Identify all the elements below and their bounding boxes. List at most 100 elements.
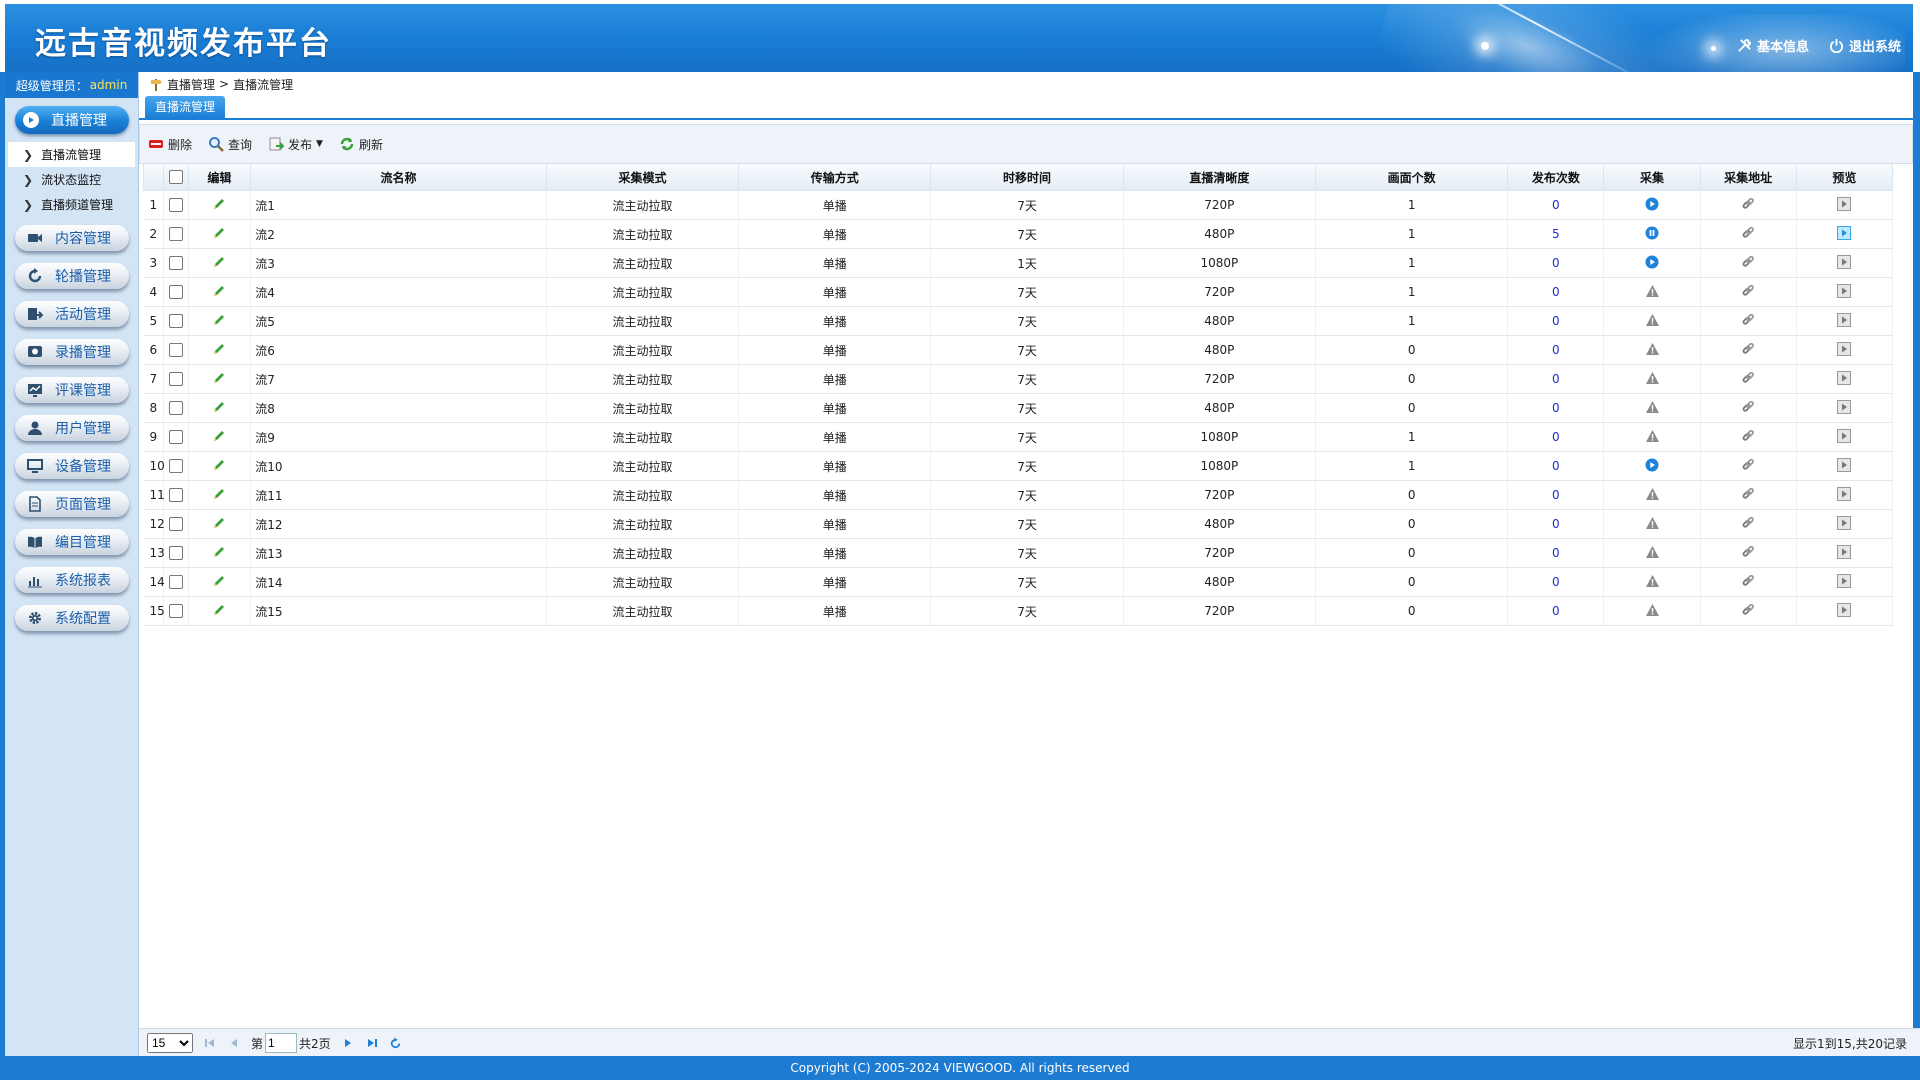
row-checkbox-cell[interactable] <box>163 219 189 249</box>
table-row[interactable]: 14 流14 流主动拉取 单播 7天 480P 0 0 <box>143 567 1894 597</box>
page-number-input[interactable] <box>265 1033 298 1053</box>
publish-count[interactable]: 0 <box>1507 538 1605 568</box>
menu-live-management[interactable]: 直播管理 <box>15 106 129 134</box>
header-publish-count[interactable]: 发布次数 <box>1507 164 1605 191</box>
publish-count[interactable]: 0 <box>1507 306 1605 336</box>
capture-address-cell[interactable] <box>1700 509 1797 539</box>
edit-pencil-icon[interactable] <box>212 371 226 388</box>
preview-play-icon[interactable] <box>1837 225 1852 243</box>
edit-pencil-icon[interactable] <box>212 545 226 562</box>
link-icon[interactable] <box>1740 225 1756 244</box>
capture-address-cell[interactable] <box>1700 422 1797 452</box>
header-resolution[interactable]: 直播清晰度 <box>1122 164 1317 191</box>
preview-cell[interactable] <box>1796 364 1894 394</box>
select-all-checkbox[interactable] <box>168 170 183 185</box>
row-checkbox[interactable] <box>168 198 183 213</box>
menu-rotate[interactable]: 轮播管理 <box>15 263 129 289</box>
capture-address-cell[interactable] <box>1700 364 1797 394</box>
preview-play-icon[interactable] <box>1837 515 1852 533</box>
capture-cell[interactable] <box>1603 567 1701 597</box>
publish-count[interactable]: 0 <box>1507 248 1605 278</box>
row-checkbox-cell[interactable] <box>163 393 189 423</box>
publish-count[interactable]: 0 <box>1507 422 1605 452</box>
edit-pencil-icon[interactable] <box>212 226 226 243</box>
reload-icon[interactable] <box>389 1036 403 1050</box>
link-icon[interactable] <box>1740 341 1756 360</box>
preview-play-icon[interactable] <box>1837 486 1852 504</box>
preview-cell[interactable] <box>1796 277 1894 307</box>
preview-cell[interactable] <box>1796 451 1894 481</box>
row-checkbox[interactable] <box>168 575 183 590</box>
row-checkbox-cell[interactable] <box>163 538 189 568</box>
sub-item-channel-management[interactable]: ❯ 直播频道管理 <box>5 192 138 217</box>
edit-cell[interactable] <box>188 190 252 220</box>
preview-play-icon[interactable] <box>1837 544 1852 562</box>
row-checkbox[interactable] <box>168 372 183 387</box>
first-page-icon[interactable] <box>203 1036 217 1050</box>
row-checkbox-cell[interactable] <box>163 451 189 481</box>
table-row[interactable]: 9 流9 流主动拉取 单播 7天 1080P 1 0 <box>143 422 1894 452</box>
link-icon[interactable] <box>1740 196 1756 215</box>
preview-play-icon[interactable] <box>1837 573 1852 591</box>
warning-icon[interactable] <box>1645 574 1660 591</box>
edit-cell[interactable] <box>188 422 252 452</box>
link-icon[interactable] <box>1740 602 1756 621</box>
publish-count[interactable]: 0 <box>1507 190 1605 220</box>
row-checkbox-cell[interactable] <box>163 596 189 626</box>
preview-cell[interactable] <box>1796 596 1894 626</box>
warning-icon[interactable] <box>1645 400 1660 417</box>
capture-cell[interactable] <box>1603 306 1701 336</box>
last-page-icon[interactable] <box>365 1036 379 1050</box>
publish-count[interactable]: 0 <box>1507 364 1605 394</box>
edit-cell[interactable] <box>188 596 252 626</box>
warning-icon[interactable] <box>1645 429 1660 446</box>
pause-circle-icon[interactable] <box>1645 226 1659 243</box>
header-stream-name[interactable]: 流名称 <box>250 164 547 191</box>
capture-cell[interactable] <box>1603 335 1701 365</box>
preview-play-icon[interactable] <box>1837 370 1852 388</box>
capture-cell[interactable] <box>1603 219 1701 249</box>
edit-pencil-icon[interactable] <box>212 429 226 446</box>
preview-cell[interactable] <box>1796 480 1894 510</box>
header-time-shift[interactable]: 时移时间 <box>930 164 1124 191</box>
table-row[interactable]: 11 流11 流主动拉取 单播 7天 720P 0 0 <box>143 480 1894 510</box>
row-checkbox[interactable] <box>168 459 183 474</box>
edit-pencil-icon[interactable] <box>212 458 226 475</box>
capture-address-cell[interactable] <box>1700 306 1797 336</box>
capture-cell[interactable] <box>1603 480 1701 510</box>
preview-cell[interactable] <box>1796 567 1894 597</box>
publish-count[interactable]: 0 <box>1507 393 1605 423</box>
edit-pencil-icon[interactable] <box>212 284 226 301</box>
edit-pencil-icon[interactable] <box>212 516 226 533</box>
menu-page[interactable]: 页面管理 <box>15 491 129 517</box>
link-icon[interactable] <box>1740 254 1756 273</box>
row-checkbox-cell[interactable] <box>163 364 189 394</box>
row-checkbox[interactable] <box>168 517 183 532</box>
capture-address-cell[interactable] <box>1700 393 1797 423</box>
link-icon[interactable] <box>1740 283 1756 302</box>
edit-pencil-icon[interactable] <box>212 255 226 272</box>
row-checkbox-cell[interactable] <box>163 306 189 336</box>
capture-address-cell[interactable] <box>1700 190 1797 220</box>
refresh-button[interactable]: 刷新 <box>339 136 383 153</box>
edit-pencil-icon[interactable] <box>212 487 226 504</box>
capture-cell[interactable] <box>1603 451 1701 481</box>
edit-pencil-icon[interactable] <box>212 313 226 330</box>
capture-cell[interactable] <box>1603 364 1701 394</box>
preview-play-icon[interactable] <box>1837 457 1852 475</box>
warning-icon[interactable] <box>1645 284 1660 301</box>
edit-pencil-icon[interactable] <box>212 197 226 214</box>
capture-address-cell[interactable] <box>1700 248 1797 278</box>
table-row[interactable]: 13 流13 流主动拉取 单播 7天 720P 0 0 <box>143 538 1894 568</box>
link-icon[interactable] <box>1740 573 1756 592</box>
menu-user[interactable]: 用户管理 <box>15 415 129 441</box>
edit-cell[interactable] <box>188 335 252 365</box>
edit-pencil-icon[interactable] <box>212 603 226 620</box>
edit-cell[interactable] <box>188 451 252 481</box>
preview-cell[interactable] <box>1796 306 1894 336</box>
table-row[interactable]: 15 流15 流主动拉取 单播 7天 720P 0 0 <box>143 596 1894 626</box>
row-checkbox-cell[interactable] <box>163 277 189 307</box>
table-row[interactable]: 5 流5 流主动拉取 单播 7天 480P 1 0 <box>143 306 1894 336</box>
row-checkbox[interactable] <box>168 227 183 242</box>
row-checkbox[interactable] <box>168 430 183 445</box>
